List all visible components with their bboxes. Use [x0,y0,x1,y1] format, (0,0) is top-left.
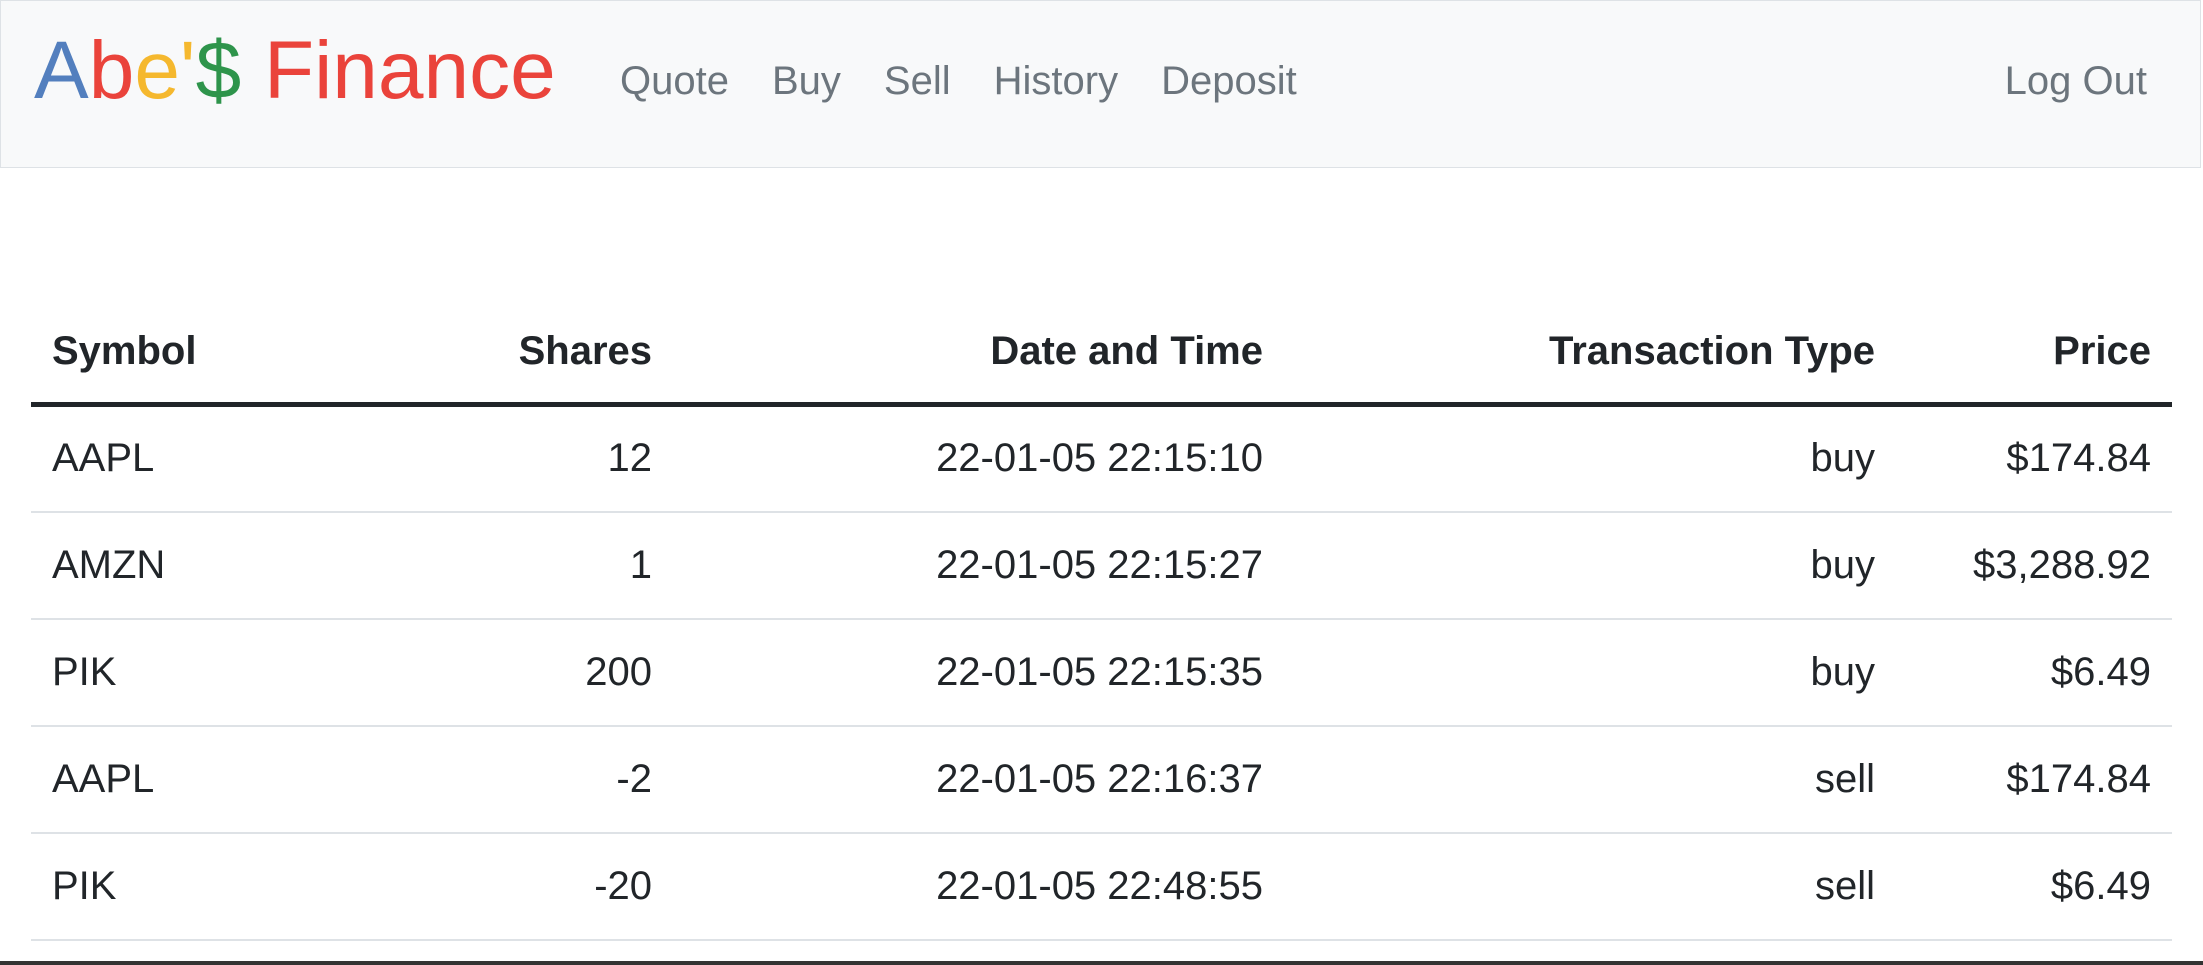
cell-symbol: AAPL [31,404,398,513]
column-header-datetime: Date and Time [673,300,1284,407]
cell-price: $6.49 [1896,832,2172,941]
navbar: Abe'$ Finance Quote Buy Sell History Dep… [0,0,2201,168]
column-header-price: Price [1896,300,2172,407]
table-row: AMZN 1 22-01-05 22:15:27 buy $3,288.92 [31,511,2172,620]
brand-letter: $ [195,25,242,116]
cell-shares: 12 [398,404,673,513]
brand-letter: b [88,25,135,116]
cell-shares: 200 [398,618,673,727]
nav-link-deposit[interactable]: Deposit [1161,59,1297,103]
cell-transaction-type: buy [1284,618,1896,727]
cell-price: $3,288.92 [1896,511,2172,620]
table-header: Symbol Shares Date and Time Transaction … [31,300,2172,407]
footer-divider [0,961,2203,965]
cell-shares: -2 [398,725,673,834]
cell-transaction-type: buy [1284,511,1896,620]
column-header-shares: Shares [398,300,673,407]
cell-transaction-type: sell [1284,832,1896,941]
nav-link-sell[interactable]: Sell [884,59,951,103]
nav-links: Quote Buy Sell History Deposit [620,53,1340,109]
brand-letter: Finance [263,25,556,116]
cell-price: $6.49 [1896,618,2172,727]
cell-symbol: AAPL [31,725,398,834]
cell-symbol: PIK [31,832,398,941]
table-header-row: Symbol Shares Date and Time Transaction … [31,300,2172,407]
brand-letter: A [34,25,89,116]
cell-shares: 1 [398,511,673,620]
cell-datetime: 22-01-05 22:48:55 [673,832,1284,941]
cell-shares: -20 [398,832,673,941]
brand-logo-link[interactable]: Abe'$ Finance [34,23,556,119]
nav-link-buy[interactable]: Buy [772,59,841,103]
cell-datetime: 22-01-05 22:15:27 [673,511,1284,620]
cell-datetime: 22-01-05 22:15:10 [673,404,1284,513]
brand-letter [241,25,264,116]
table-row: AAPL -2 22-01-05 22:16:37 sell $174.84 [31,725,2172,834]
nav-link-history[interactable]: History [994,59,1118,103]
cell-datetime: 22-01-05 22:15:35 [673,618,1284,727]
nav-link-quote[interactable]: Quote [620,59,729,103]
cell-symbol: AMZN [31,511,398,620]
table-row: PIK 200 22-01-05 22:15:35 buy $6.49 [31,618,2172,727]
cell-datetime: 22-01-05 22:16:37 [673,725,1284,834]
table-row: PIK -20 22-01-05 22:48:55 sell $6.49 [31,832,2172,941]
cell-price: $174.84 [1896,725,2172,834]
cell-transaction-type: sell [1284,725,1896,834]
cell-symbol: PIK [31,618,398,727]
brand-letter: e [134,25,180,116]
table-body: AAPL 12 22-01-05 22:15:10 buy $174.84 AM… [31,404,2172,941]
brand-letter: ' [179,25,196,116]
column-header-symbol: Symbol [31,300,398,407]
table-row: AAPL 12 22-01-05 22:15:10 buy $174.84 [31,404,2172,513]
logout-link[interactable]: Log Out [2005,53,2147,109]
history-table: Symbol Shares Date and Time Transaction … [31,300,2172,941]
cell-price: $174.84 [1896,404,2172,513]
column-header-transaction-type: Transaction Type [1284,300,1896,407]
cell-transaction-type: buy [1284,404,1896,513]
